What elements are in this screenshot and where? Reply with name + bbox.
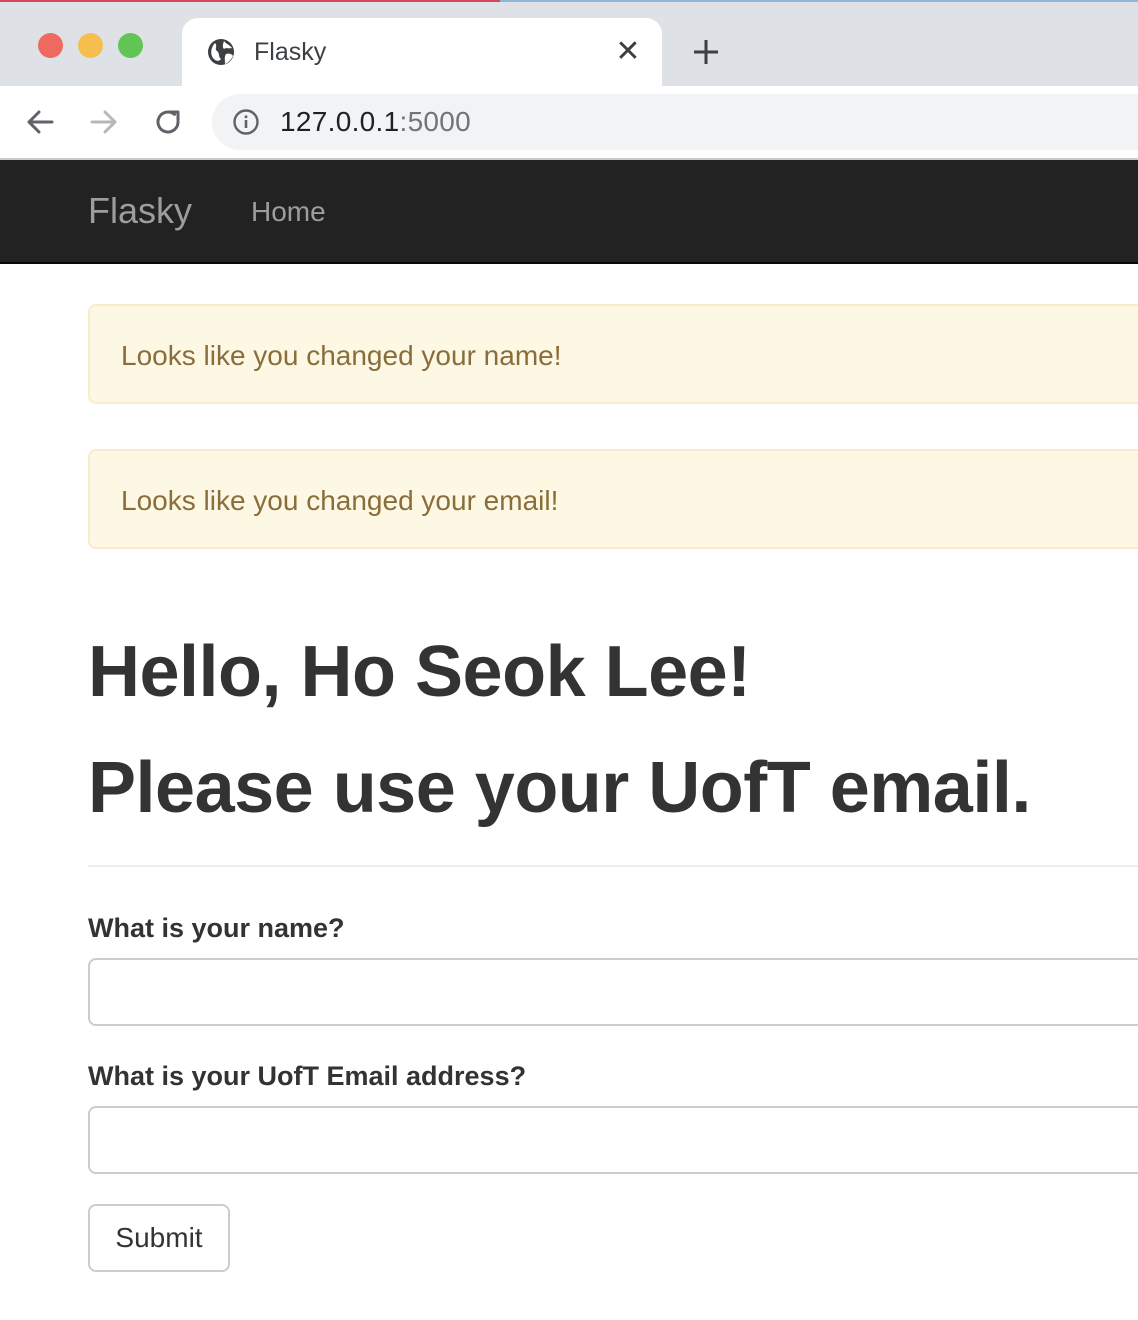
- window-top-accent-right: [500, 0, 1138, 2]
- site-navbar: Flasky Home: [0, 160, 1138, 264]
- nav-link-home[interactable]: Home: [251, 196, 326, 228]
- window-zoom-button[interactable]: [118, 33, 143, 58]
- window-top-accent: [0, 0, 500, 2]
- reload-icon[interactable]: [149, 103, 187, 141]
- flash-message: Looks like you changed your email!: [121, 485, 559, 516]
- tab-title: Flasky: [254, 38, 327, 66]
- plus-icon[interactable]: [688, 34, 724, 70]
- browser-toolbar: 127.0.0.1:5000: [0, 86, 1138, 158]
- browser-tab[interactable]: Flasky ✕: [182, 18, 662, 86]
- browser-tab-strip: Flasky ✕: [0, 0, 1138, 86]
- flash-alert-email: Looks like you changed your email!: [88, 449, 1138, 549]
- name-field[interactable]: [88, 958, 1138, 1026]
- submit-button[interactable]: Submit: [88, 1204, 230, 1272]
- arrow-left-icon[interactable]: [21, 103, 59, 141]
- arrow-right-icon[interactable]: [85, 103, 123, 141]
- navbar-brand[interactable]: Flasky: [88, 191, 192, 231]
- email-label: What is your UofT Email address?: [88, 1061, 527, 1091]
- globe-icon: [208, 39, 234, 65]
- url-text: 127.0.0.1:5000: [280, 106, 471, 138]
- name-label: What is your name?: [88, 913, 345, 943]
- page-notice: Please use your UofT email.: [88, 748, 1031, 828]
- info-icon[interactable]: [232, 108, 260, 136]
- window-close-button[interactable]: [38, 33, 63, 58]
- header-divider: [88, 865, 1138, 867]
- url-host: 127.0.0.1: [280, 106, 400, 137]
- flash-alert-name: Looks like you changed your name!: [88, 304, 1138, 404]
- flash-message: Looks like you changed your name!: [121, 340, 562, 371]
- page-title: Hello, Ho Seok Lee!: [88, 632, 751, 712]
- window-minimize-button[interactable]: [78, 33, 103, 58]
- email-field[interactable]: [88, 1106, 1138, 1174]
- url-port: :5000: [399, 106, 472, 137]
- close-icon[interactable]: ✕: [614, 37, 642, 67]
- address-bar[interactable]: 127.0.0.1:5000: [212, 94, 1138, 150]
